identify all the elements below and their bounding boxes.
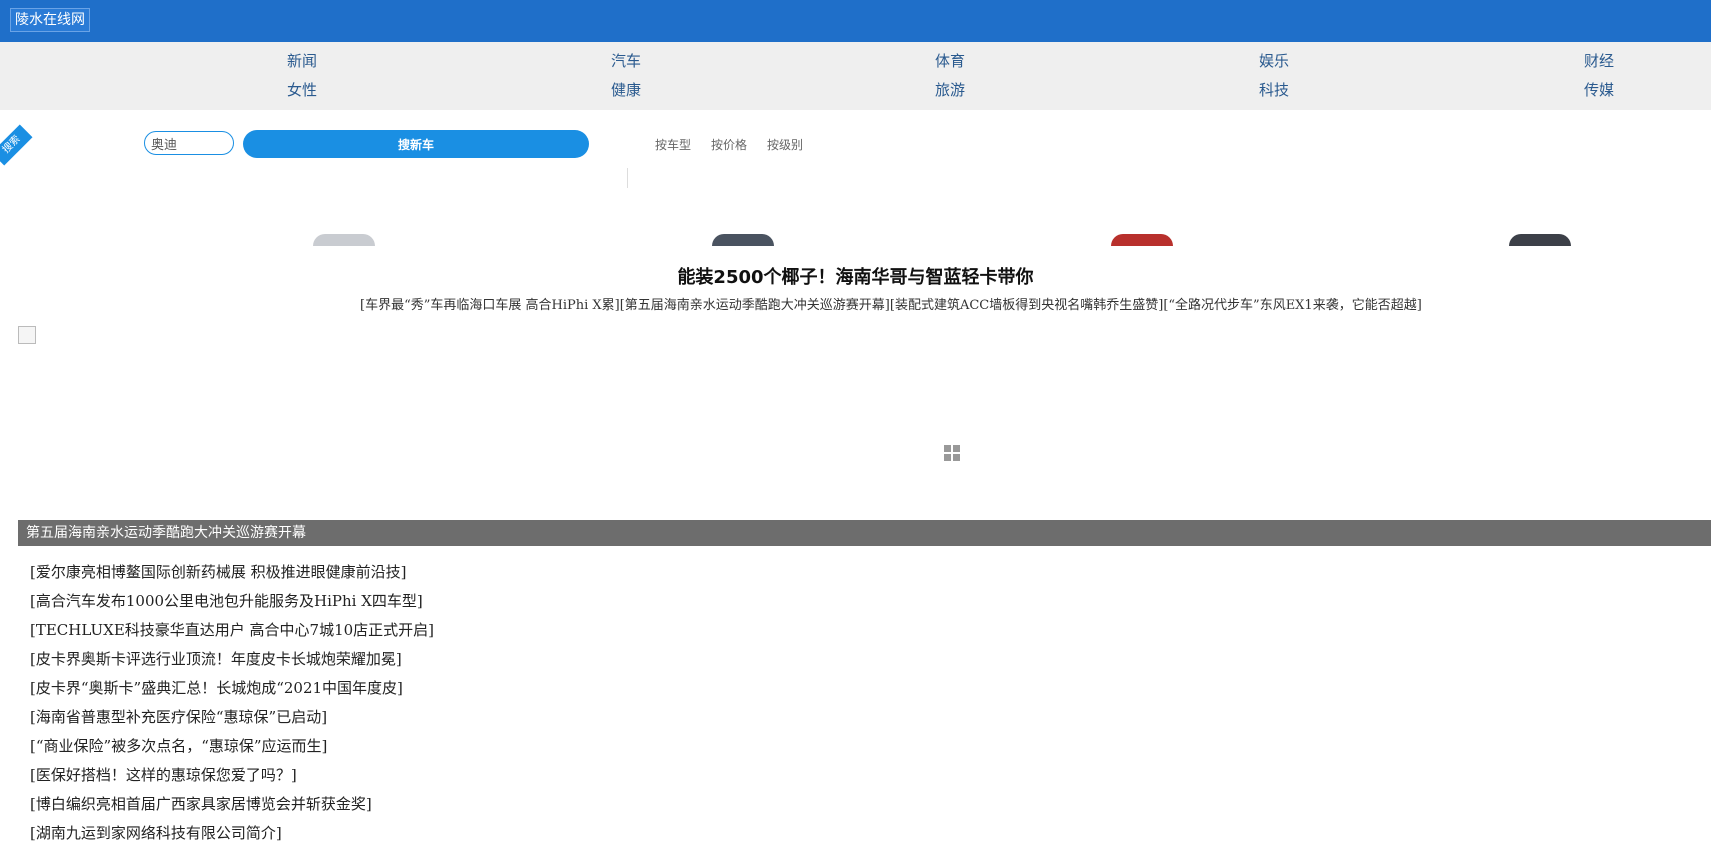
nav-link-auto[interactable]: 汽车 bbox=[611, 51, 641, 71]
nav-link-sports[interactable]: 体育 bbox=[935, 51, 965, 71]
feature-headline[interactable]: 能装2500个椰子！海南华哥与智蓝轻卡带你 bbox=[0, 263, 1711, 289]
site-logo[interactable]: 陵水在线网 bbox=[10, 8, 90, 32]
feature-sub-links: [车界最“秀”车再临海口车展 高合HiPhi X累][第五届海南亲水运动季酷跑大… bbox=[360, 294, 1422, 313]
list-item[interactable]: [爱尔康亮相博鳌国际创新药械展 积极推进眼健康前沿技] bbox=[30, 558, 434, 587]
nav-link-health[interactable]: 健康 bbox=[611, 80, 641, 100]
search-divider bbox=[627, 168, 628, 188]
search-corner-badge: 搜索 bbox=[0, 124, 33, 166]
news-list: [爱尔康亮相博鳌国际创新药械展 积极推进眼健康前沿技] [高合汽车发布1000公… bbox=[30, 558, 434, 848]
filter-tab-by-price[interactable]: 按价格 bbox=[711, 136, 747, 153]
feature-sub-link[interactable]: [车界最“秀”车再临海口车展 高合HiPhi X累] bbox=[360, 298, 620, 313]
feature-sub-link[interactable]: [第五届海南亲水运动季酷跑大冲关巡游赛开幕] bbox=[620, 298, 890, 313]
nav-link-tech[interactable]: 科技 bbox=[1259, 80, 1289, 100]
nav-link-women[interactable]: 女性 bbox=[287, 80, 317, 100]
list-item[interactable]: [医保好搭档！这样的惠琼保您爱了吗？] bbox=[30, 761, 434, 790]
list-item[interactable]: [皮卡界“奥斯卡”盛典汇总！长城炮成“2021中国年度皮] bbox=[30, 674, 434, 703]
list-item[interactable]: [高合汽车发布1000公里电池包升能服务及HiPhi X四车型] bbox=[30, 587, 434, 616]
main-nav: 新闻 汽车 体育 娱乐 财经 女性 健康 旅游 科技 传媒 bbox=[0, 42, 1711, 110]
nav-link-travel[interactable]: 旅游 bbox=[935, 80, 965, 100]
list-item[interactable]: [“商业保险”被多次点名，“惠琼保”应运而生] bbox=[30, 732, 434, 761]
car-thumbnail-1[interactable] bbox=[313, 234, 375, 246]
feature-sub-link[interactable]: [装配式建筑ACC墙板得到央视名嘴韩乔生盛赞] bbox=[890, 298, 1163, 313]
filter-tab-by-model[interactable]: 按车型 bbox=[655, 136, 691, 153]
list-item[interactable]: [TECHLUXE科技豪华直达用户 高合中心7城10店正式开启] bbox=[30, 616, 434, 645]
broken-image-icon bbox=[18, 326, 36, 344]
slideshow-caption[interactable]: 第五届海南亲水运动季酷跑大冲关巡游赛开幕 bbox=[18, 520, 1711, 546]
list-item[interactable]: [博白编织亮相首届广西家具家居博览会并斩获金奖] bbox=[30, 790, 434, 819]
car-thumbnail-4[interactable] bbox=[1509, 234, 1571, 246]
nav-link-media[interactable]: 传媒 bbox=[1584, 80, 1614, 100]
nav-link-news[interactable]: 新闻 bbox=[287, 51, 317, 71]
car-thumbnail-3[interactable] bbox=[1111, 234, 1173, 246]
grid-loader-icon bbox=[944, 445, 960, 461]
filter-tab-by-class[interactable]: 按级别 bbox=[767, 136, 803, 153]
search-new-car-button[interactable]: 搜新车 bbox=[243, 130, 589, 158]
car-search-input[interactable] bbox=[144, 131, 234, 155]
top-header-bar: 陵水在线网 bbox=[0, 0, 1711, 42]
list-item[interactable]: [海南省普惠型补充医疗保险“惠琼保”已启动] bbox=[30, 703, 434, 732]
nav-link-entertainment[interactable]: 娱乐 bbox=[1259, 51, 1289, 71]
car-thumbnail-2[interactable] bbox=[712, 234, 774, 246]
list-item[interactable]: [皮卡界奥斯卡评选行业顶流！年度皮卡长城炮荣耀加冕] bbox=[30, 645, 434, 674]
feature-sub-link[interactable]: [“全路况代步车”东风EX1来袭，它能否超越] bbox=[1163, 298, 1421, 313]
nav-link-finance[interactable]: 财经 bbox=[1584, 51, 1614, 71]
list-item[interactable]: [湖南九运到家网络科技有限公司简介] bbox=[30, 819, 434, 848]
